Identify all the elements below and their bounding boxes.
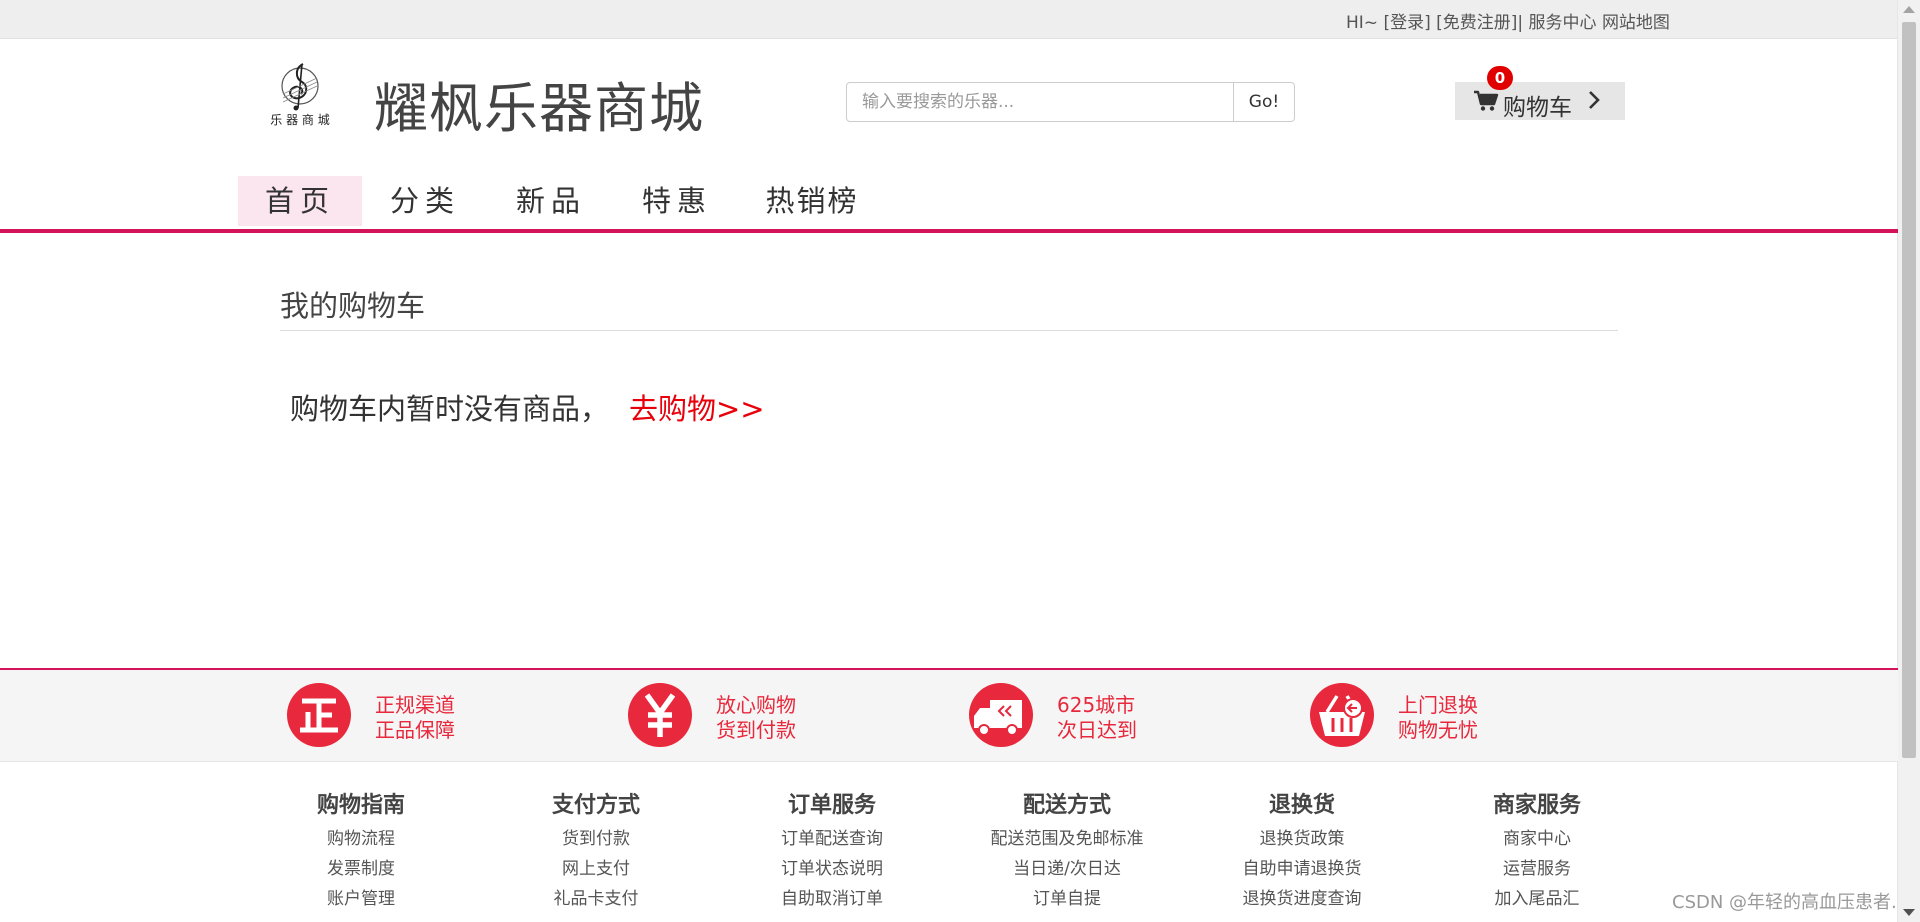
empty-cart-message: 购物车内暂时没有商品， bbox=[290, 392, 610, 426]
footer-column-delivery: 配送方式 配送范围及免邮标准 当日递/次日达 订单自提 bbox=[967, 790, 1167, 914]
footer-link[interactable]: 自助申请退换货 bbox=[1202, 854, 1402, 884]
topbar-separator: | bbox=[1517, 13, 1524, 33]
footer-column-title: 商家服务 bbox=[1492, 793, 1581, 818]
nav-item-deals[interactable]: 特惠 bbox=[614, 176, 740, 226]
guarantee-line1: 放心购物 bbox=[716, 693, 796, 717]
heading-divider bbox=[280, 330, 1618, 331]
footer-link[interactable]: 退换货进度查询 bbox=[1202, 884, 1402, 914]
footer-link[interactable]: 礼品卡支付 bbox=[496, 884, 696, 914]
cart-count-badge: 0 bbox=[1487, 66, 1513, 90]
footer-link[interactable]: 加入尾品汇 bbox=[1437, 884, 1637, 914]
footer-link[interactable]: 当日递/次日达 bbox=[967, 854, 1167, 884]
chevron-right-icon bbox=[1589, 91, 1600, 109]
sitemap-link[interactable]: 网站地图 bbox=[1602, 13, 1670, 33]
logo-lettering: 乐 器 商 城 bbox=[270, 112, 329, 127]
footer-column-merchant: 商家服务 商家中心 运营服务 加入尾品汇 bbox=[1437, 790, 1637, 914]
greeting-text: HI~ bbox=[1346, 13, 1379, 33]
guarantee-text: 625城市 次日达到 bbox=[1057, 693, 1137, 743]
cart-label: 购物车 bbox=[1503, 95, 1572, 121]
guarantee-line2: 购物无忧 bbox=[1398, 718, 1478, 742]
footer-column-returns: 退换货 退换货政策 自助申请退换货 退换货进度查询 bbox=[1202, 790, 1402, 914]
footer-link[interactable]: 发票制度 bbox=[261, 854, 461, 884]
search-button[interactable]: Go! bbox=[1234, 82, 1295, 122]
guarantee-line2: 正品保障 bbox=[375, 718, 455, 742]
topbar-links: HI~ [登录] [免费注册]| 服务中心 网站地图 bbox=[1346, 8, 1670, 33]
guarantee-line1: 上门退换 bbox=[1398, 693, 1478, 717]
footer-column-title: 配送方式 bbox=[1022, 793, 1111, 818]
footer-link[interactable]: 自助取消订单 bbox=[732, 884, 932, 914]
nav-item-home[interactable]: 首页 bbox=[238, 176, 362, 226]
service-center-link[interactable]: 服务中心 bbox=[1529, 13, 1597, 33]
footer-link[interactable]: 购物流程 bbox=[261, 824, 461, 854]
footer-link[interactable]: 运营服务 bbox=[1437, 854, 1637, 884]
basket-icon bbox=[1310, 683, 1374, 747]
footer-column-guide: 购物指南 购物流程 发票制度 账户管理 bbox=[261, 790, 461, 914]
scrollbar-thumb[interactable] bbox=[1902, 22, 1916, 758]
cart-button[interactable]: 购物车 0 bbox=[1455, 66, 1625, 121]
yen-icon bbox=[628, 683, 692, 747]
guarantee-text: 上门退换 购物无忧 bbox=[1398, 693, 1478, 743]
footer-column-title: 支付方式 bbox=[551, 793, 640, 818]
footer-link[interactable]: 退换货政策 bbox=[1202, 824, 1402, 854]
guarantee-line1: 正规渠道 bbox=[375, 693, 455, 717]
footer-link[interactable]: 订单配送查询 bbox=[732, 824, 932, 854]
guarantee-line1: 625城市 bbox=[1057, 693, 1136, 717]
login-link[interactable]: [登录] bbox=[1383, 13, 1430, 33]
footer-column-title: 购物指南 bbox=[316, 793, 405, 818]
footer-link[interactable]: 订单自提 bbox=[967, 884, 1167, 914]
footer-link[interactable]: 账户管理 bbox=[261, 884, 461, 914]
footer-column-title: 退换货 bbox=[1268, 793, 1335, 818]
page-scrollbar[interactable] bbox=[1897, 0, 1920, 922]
site-logo[interactable]: 乐 器 商 城 bbox=[255, 58, 345, 140]
nav-item-category[interactable]: 分类 bbox=[362, 176, 488, 226]
footer-link[interactable]: 订单状态说明 bbox=[732, 854, 932, 884]
truck-icon bbox=[969, 683, 1033, 747]
guarantee-line2: 货到付款 bbox=[716, 718, 796, 742]
footer-link[interactable]: 网上支付 bbox=[496, 854, 696, 884]
nav-item-new[interactable]: 新品 bbox=[488, 176, 614, 226]
nav-item-bestsellers[interactable]: 热销榜 bbox=[740, 176, 884, 226]
guarantee-text: 正规渠道 正品保障 bbox=[375, 693, 455, 743]
footer-column-orders: 订单服务 订单配送查询 订单状态说明 自助取消订单 bbox=[732, 790, 932, 914]
guarantee-text: 放心购物 货到付款 bbox=[716, 693, 796, 743]
footer-column-title: 订单服务 bbox=[787, 793, 876, 818]
zheng-icon bbox=[287, 683, 351, 747]
footer-link[interactable]: 配送范围及免邮标准 bbox=[967, 824, 1167, 854]
go-shopping-link[interactable]: 去购物>> bbox=[629, 386, 765, 428]
site-title[interactable]: 耀枫乐器商城 bbox=[374, 64, 704, 143]
scroll-up-arrow-icon[interactable] bbox=[1903, 6, 1915, 13]
footer-link[interactable]: 货到付款 bbox=[496, 824, 696, 854]
treble-clef-logo-icon: 乐 器 商 城 bbox=[270, 63, 330, 127]
scroll-down-arrow-icon[interactable] bbox=[1903, 909, 1915, 916]
footer-column-payment: 支付方式 货到付款 网上支付 礼品卡支付 bbox=[496, 790, 696, 914]
nav-divider bbox=[0, 229, 1898, 233]
csdn-watermark: CSDN @年轻的高血压患者. bbox=[1672, 892, 1897, 913]
shopping-cart-icon bbox=[1474, 90, 1499, 111]
guarantee-strip: 正规渠道 正品保障 放心购物 货到付款 625城市 次日达到 上门退换 购物无忧 bbox=[0, 670, 1898, 762]
page-title: 我的购物车 bbox=[280, 289, 426, 323]
footer-link[interactable]: 商家中心 bbox=[1437, 824, 1637, 854]
search-input[interactable] bbox=[846, 82, 1234, 122]
guarantee-line2: 次日达到 bbox=[1057, 718, 1137, 742]
register-link[interactable]: [免费注册] bbox=[1436, 13, 1517, 33]
top-bar: HI~ [登录] [免费注册]| 服务中心 网站地图 bbox=[0, 0, 1898, 39]
